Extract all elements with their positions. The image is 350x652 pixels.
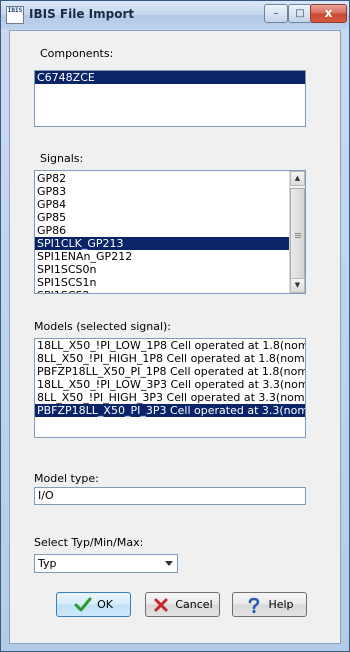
signals-scrollbar[interactable]: ▲ ▼	[289, 171, 305, 293]
component-item[interactable]: C6748ZCE	[35, 71, 305, 84]
help-label: Help	[268, 598, 294, 611]
signal-item[interactable]: GP86	[35, 224, 289, 237]
scroll-up-arrow-icon[interactable]: ▲	[290, 171, 305, 186]
close-button[interactable]: x	[310, 4, 347, 23]
signal-item[interactable]: SPI1SCS1n	[35, 276, 289, 289]
scroll-thumb[interactable]	[290, 188, 305, 286]
signal-item[interactable]: SPI1SCS0n	[35, 263, 289, 276]
dialog-client-area: Components: C6748ZCE Signals: GP82 GP83 GP…	[9, 30, 341, 644]
models-label: Models (selected signal):	[34, 320, 172, 333]
model-item[interactable]: 18LL_X50_!PI_LOW_3P3 Cell operated at 3.…	[35, 378, 305, 391]
model-item[interactable]: PBFZP18LL_X50_PI_3P3 Cell operated at 3.…	[35, 404, 305, 417]
cancel-x-icon	[154, 598, 168, 611]
signal-item[interactable]: GP83	[35, 185, 289, 198]
chevron-down-icon	[165, 561, 173, 566]
components-label: Components:	[40, 47, 114, 60]
signals-list[interactable]: GP82 GP83 GP84 GP85 GP86 SPI1CLK_GP213 SPI1ENA…	[34, 170, 306, 294]
signal-item[interactable]: SPI1SCS2	[35, 289, 289, 293]
model-item[interactable]: 8LL_X50_!PI_HIGH_1P8 Cell operated at 1.…	[35, 352, 305, 365]
help-button[interactable]: Help	[232, 592, 307, 617]
scroll-down-arrow-icon[interactable]: ▼	[290, 278, 305, 293]
ok-label: OK	[97, 598, 113, 611]
maximize-button[interactable]: □	[288, 4, 312, 23]
signal-item[interactable]: GP84	[35, 198, 289, 211]
typminmax-select[interactable]: Typ	[34, 554, 178, 573]
typminmax-label: Select Typ/Min/Max:	[34, 536, 144, 549]
signal-item[interactable]: SPI1CLK_GP213	[35, 237, 289, 250]
model-item[interactable]: 8LL_X50_!PI_HIGH_3P3 Cell operated at 3.…	[35, 391, 305, 404]
ok-button[interactable]: OK	[56, 592, 131, 617]
signal-item[interactable]: GP85	[35, 211, 289, 224]
cancel-label: Cancel	[175, 598, 213, 611]
signal-item[interactable]: SPI1ENAn_GP212	[35, 250, 289, 263]
model-type-label: Model type:	[34, 472, 99, 485]
cancel-button[interactable]: Cancel	[145, 592, 220, 617]
window-title: IBIS File Import	[29, 7, 135, 21]
ibis-import-dialog: IBIS IBIS File Import – □ x Components: …	[0, 0, 350, 652]
signal-item[interactable]: GP82	[35, 172, 289, 185]
components-list[interactable]: C6748ZCE	[34, 70, 306, 127]
models-list[interactable]: 18LL_X50_!PI_LOW_1P8 Cell operated at 1.…	[34, 338, 306, 438]
model-type-field[interactable]: I/O	[34, 487, 306, 505]
minimize-button[interactable]: –	[264, 4, 288, 23]
title-bar[interactable]: IBIS IBIS File Import – □ x	[1, 1, 349, 29]
model-item[interactable]: PBFZP18LL_X50_PI_1P8 Cell operated at 1.…	[35, 365, 305, 378]
app-icon: IBIS	[6, 6, 24, 24]
checkmark-icon	[74, 597, 92, 611]
typminmax-value: Typ	[38, 557, 57, 570]
signals-label: Signals:	[40, 152, 84, 165]
model-item[interactable]: 18LL_X50_!PI_LOW_1P8 Cell operated at 1.…	[35, 339, 305, 352]
help-question-icon	[249, 597, 260, 613]
